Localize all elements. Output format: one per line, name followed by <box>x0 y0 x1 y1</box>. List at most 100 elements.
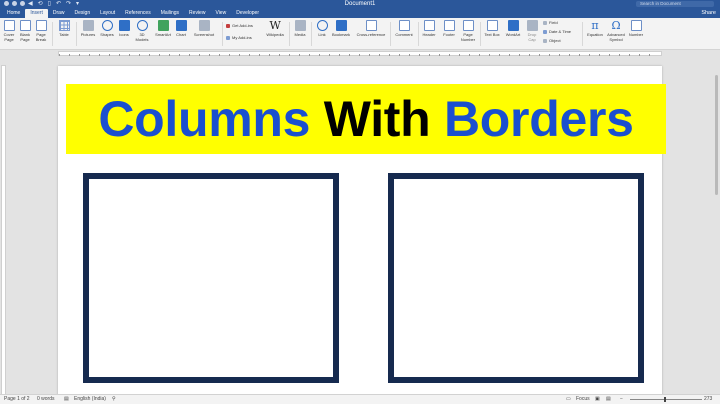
ruler-tick <box>539 54 540 56</box>
number-button[interactable]: Number <box>628 20 644 37</box>
ruler-tick <box>379 54 380 56</box>
page-number-label: Page Number <box>460 32 476 42</box>
scrollbar-thumb[interactable] <box>715 75 718 195</box>
tab-developer[interactable]: Developer <box>231 9 264 18</box>
page-number-button[interactable]: Page Number <box>460 20 476 42</box>
tab-insert[interactable]: Insert <box>25 9 48 18</box>
ruler-tick <box>159 54 160 56</box>
shapes-button[interactable]: Shapes <box>99 20 115 37</box>
header-label: Header <box>422 32 436 37</box>
blank-page-button[interactable]: Blank Page <box>18 20 32 42</box>
print-layout-icon[interactable]: ▣ <box>595 396 600 403</box>
zoom-slider[interactable] <box>630 399 702 400</box>
footer-label: Footer <box>443 32 455 37</box>
my-addins-button[interactable]: My Add-ins <box>226 35 252 40</box>
object-label: Object <box>549 38 561 43</box>
footer-button[interactable]: Footer <box>441 20 457 37</box>
pictures-button[interactable]: Pictures <box>80 20 96 37</box>
focus-icon[interactable]: ▭ <box>566 396 571 403</box>
title-bar: ◀ ⟲ ▯ ↶ ↷ ▾ Document1 Search in Document <box>0 0 720 8</box>
smartart-button[interactable]: SmartArt <box>154 20 172 37</box>
table-button[interactable]: Table <box>56 20 72 37</box>
tab-layout[interactable]: Layout <box>95 9 120 18</box>
zoom-slider-knob[interactable] <box>664 397 666 402</box>
proofing-icon[interactable]: ▤ <box>64 396 69 403</box>
icons-button[interactable]: Icons <box>118 20 130 37</box>
equation-button[interactable]: π Equation <box>585 20 605 37</box>
screenshot-button[interactable]: Screenshot <box>192 20 216 37</box>
media-button[interactable]: Media <box>293 20 307 37</box>
ruler-tick <box>449 54 450 56</box>
store-icon <box>226 23 230 28</box>
drop-cap-icon <box>526 20 538 31</box>
language-indicator[interactable]: English (India) <box>74 396 106 403</box>
chart-button[interactable]: Chart <box>175 20 187 37</box>
focus-button[interactable]: Focus <box>576 396 590 403</box>
ruler-tick <box>639 54 640 56</box>
tab-design[interactable]: Design <box>70 9 96 18</box>
wordart-button[interactable]: WordArt <box>504 20 522 37</box>
drop-cap-label: Drop Cap <box>527 32 537 42</box>
share-button[interactable]: Share <box>701 9 716 17</box>
object-button[interactable]: Object <box>543 38 561 43</box>
zoom-out-icon[interactable]: − <box>620 396 623 403</box>
page-break-button[interactable]: Page Break <box>34 20 48 42</box>
left-bordered-column[interactable] <box>83 173 339 383</box>
tab-references[interactable]: References <box>120 9 156 18</box>
search-input[interactable]: Search in Document <box>636 1 714 7</box>
ruler-tick <box>569 54 570 56</box>
date-time-button[interactable]: Date & Time <box>543 29 571 34</box>
web-layout-icon[interactable]: ▤ <box>606 396 611 403</box>
field-button[interactable]: Field <box>543 20 558 25</box>
tab-review[interactable]: Review <box>184 9 210 18</box>
addins-icon <box>226 35 230 40</box>
ruler-tick <box>479 54 480 56</box>
icons-icon <box>118 20 130 31</box>
3d-models-button[interactable]: 3D Models <box>134 20 150 42</box>
bookmark-button[interactable]: Bookmark <box>331 20 351 37</box>
ruler-tick <box>209 54 210 56</box>
word-count[interactable]: 0 words <box>37 396 55 403</box>
wikipedia-button[interactable]: W Wikipedia <box>264 20 286 37</box>
chart-icon <box>175 20 187 31</box>
tab-mailings[interactable]: Mailings <box>156 9 184 18</box>
vertical-ruler[interactable] <box>0 57 7 395</box>
horizontal-ruler[interactable] <box>0 50 720 57</box>
tab-home[interactable]: Home <box>2 9 25 18</box>
tab-draw[interactable]: Draw <box>48 9 70 18</box>
ruler-tick <box>219 54 220 56</box>
link-button[interactable]: Link <box>316 20 328 37</box>
zoom-level[interactable]: 273 <box>704 396 712 403</box>
ruler-tick <box>309 54 310 56</box>
cross-reference-button[interactable]: Cross-reference <box>354 20 388 37</box>
advanced-symbol-label: Advanced Symbol <box>607 32 625 42</box>
shapes-label: Shapes <box>100 32 114 37</box>
page-count[interactable]: Page 1 of 2 <box>4 396 30 403</box>
document-heading[interactable]: Columns With Borders <box>98 89 634 149</box>
header-button[interactable]: Header <box>421 20 437 37</box>
accessibility-icon[interactable]: ⚲ <box>112 396 116 403</box>
header-icon <box>423 20 435 31</box>
get-addins-button[interactable]: Get Add-ins <box>226 23 253 28</box>
ruler-tick <box>559 54 560 56</box>
ruler-tick <box>239 54 240 56</box>
text-box-button[interactable]: Text Box <box>483 20 501 37</box>
number-icon <box>630 20 642 31</box>
drop-cap-button[interactable]: Drop Cap <box>526 20 538 42</box>
heading-highlight[interactable]: Columns With Borders <box>66 84 666 154</box>
cover-page-button[interactable]: Cover Page <box>2 20 16 42</box>
ruler-tick <box>529 54 530 56</box>
right-bordered-column[interactable] <box>388 173 644 383</box>
pi-icon: π <box>591 19 599 32</box>
advanced-symbol-button[interactable]: Ω Advanced Symbol <box>606 20 626 42</box>
ruler-tick <box>629 54 630 56</box>
vertical-scrollbar[interactable] <box>713 57 720 394</box>
pictures-label: Pictures <box>80 32 96 37</box>
comment-button[interactable]: Comment <box>393 20 415 37</box>
ruler-tick <box>189 54 190 56</box>
tab-view[interactable]: View <box>210 9 231 18</box>
screenshot-icon <box>198 20 210 31</box>
date-time-label: Date & Time <box>549 29 572 34</box>
document-title: Document1 <box>344 1 376 7</box>
ruler-tick <box>269 54 270 56</box>
